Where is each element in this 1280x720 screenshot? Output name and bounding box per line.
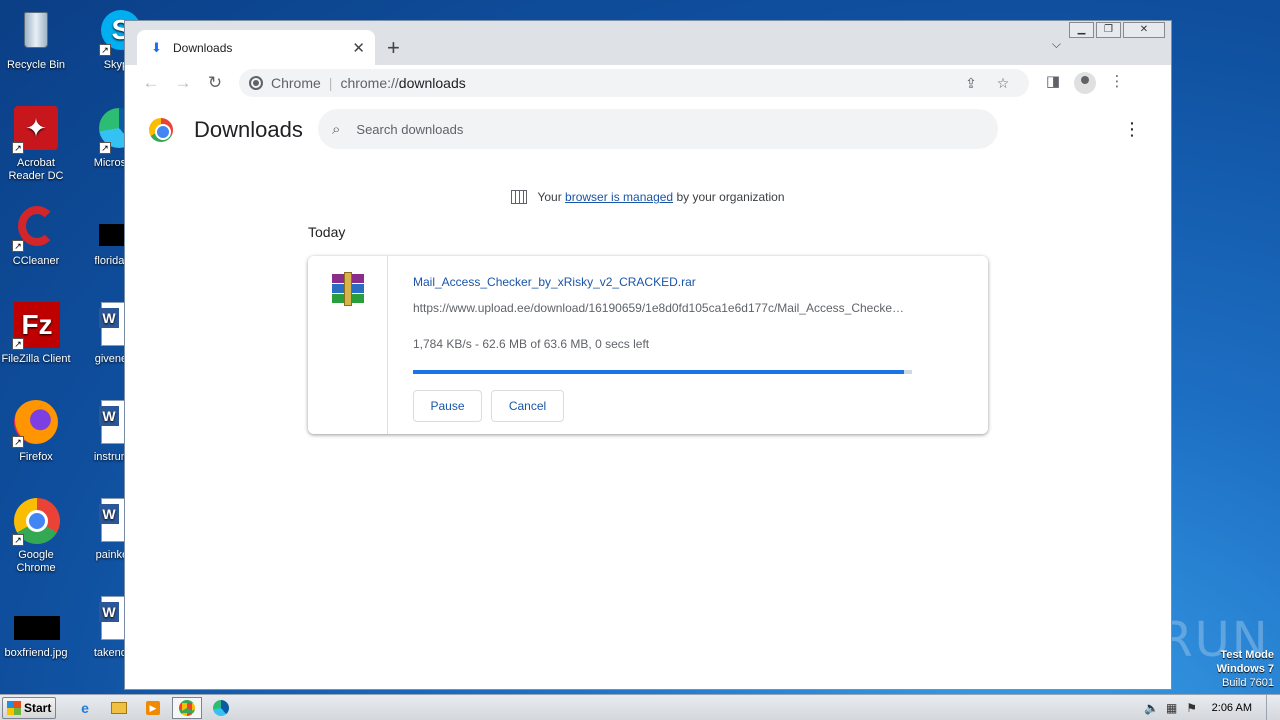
desktop-icon-chrome[interactable]: ↗ Google Chrome xyxy=(1,498,71,575)
image-file-icon xyxy=(12,596,60,644)
chrome-site-icon xyxy=(249,76,263,90)
winrar-archive-icon xyxy=(332,272,364,306)
tab-strip: ⬇ Downloads ✕ + ⌵ ▁ ❐ ✕ xyxy=(125,21,1171,65)
test-mode-notice: Test Mode Windows 7 Build 7601 xyxy=(1217,648,1274,690)
desktop-icon-label: FileZilla Client xyxy=(1,353,71,365)
share-icon[interactable]: ⇪ xyxy=(955,75,987,92)
managed-notice: Your browser is managed by your organiza… xyxy=(125,190,1171,204)
window-controls: ▁ ❐ ✕ xyxy=(1069,22,1165,38)
bookmark-star-icon[interactable]: ☆ xyxy=(987,75,1019,92)
url-path: downloads xyxy=(398,75,466,91)
desktop-icon-acrobat[interactable]: ✦ ↗ Acrobat Reader DC xyxy=(1,106,71,183)
downloads-header: Downloads ⌕ ⋮ xyxy=(125,101,1171,157)
managed-suffix: by your organization xyxy=(676,190,785,204)
url-scheme: chrome:// xyxy=(340,75,399,91)
file-icon-column xyxy=(308,256,388,434)
page-title: Downloads xyxy=(194,117,303,142)
network-icon[interactable]: ▦ xyxy=(1162,701,1182,715)
windows-flag-icon xyxy=(7,700,21,715)
tab-close-icon[interactable]: ✕ xyxy=(352,39,365,57)
download-item-card: Mail_Access_Checker_by_xRisky_v2_CRACKED… xyxy=(308,256,988,434)
download-source-url[interactable]: https://www.upload.ee/download/16190659/… xyxy=(413,301,908,315)
download-progress-fill xyxy=(413,370,905,374)
browser-managed-link[interactable]: browser is managed xyxy=(565,190,673,204)
recycle-bin-icon xyxy=(12,8,60,56)
volume-icon[interactable]: 🔈 xyxy=(1142,701,1162,715)
browser-toolbar: ← → ↻ Chrome | chrome:// downloads ⇪ ☆ ◨… xyxy=(125,65,1171,101)
taskbar-media-player-icon[interactable]: ▶ xyxy=(138,697,168,719)
desktop-icon-label: Recycle Bin xyxy=(6,59,66,71)
acrobat-icon: ✦ ↗ xyxy=(12,106,60,154)
system-tray: 🔈 ▦ ⚑ 2:06 AM xyxy=(1142,695,1280,720)
show-desktop-button[interactable] xyxy=(1266,695,1280,720)
desktop-icon-firefox[interactable]: ↗ Firefox xyxy=(1,400,71,464)
downloads-page: Downloads ⌕ ⋮ Your browser is managed by… xyxy=(125,101,1171,689)
windows-version-line: Windows 7 xyxy=(1216,663,1274,675)
omnibox-separator: | xyxy=(328,75,333,91)
download-file-name-link[interactable]: Mail_Access_Checker_by_xRisky_v2_CRACKED… xyxy=(413,275,696,289)
chrome-menu-icon[interactable]: ⋮ xyxy=(1101,72,1133,94)
desktop-icon-label: Firefox xyxy=(19,451,53,463)
desktop-icon-label: Acrobat Reader DC xyxy=(8,157,64,182)
tab-title: Downloads xyxy=(173,40,233,55)
back-button[interactable]: ← xyxy=(135,73,167,93)
desktop-icon-label: Google Chrome xyxy=(16,549,56,574)
search-downloads-box[interactable]: ⌕ xyxy=(318,109,998,149)
taskbar-ie-icon[interactable]: e xyxy=(70,697,100,719)
address-bar[interactable]: Chrome | chrome:// downloads ⇪ ☆ xyxy=(239,69,1029,97)
build-line: Build 7601 xyxy=(1222,677,1274,689)
building-icon xyxy=(511,190,528,204)
start-label: Start xyxy=(24,700,52,715)
taskbar: Start e ▶ 🔈 ▦ ⚑ 2:06 AM xyxy=(0,694,1280,720)
profile-avatar-icon[interactable] xyxy=(1074,72,1096,94)
forward-button[interactable]: → xyxy=(167,73,199,93)
download-icon: ⬇ xyxy=(151,39,162,55)
ccleaner-icon: ↗ xyxy=(12,204,60,252)
download-status: 1,784 KB/s - 62.6 MB of 63.6 MB, 0 secs … xyxy=(413,337,650,351)
date-group-label: Today xyxy=(308,224,346,240)
chrome-window: ⬇ Downloads ✕ + ⌵ ▁ ❐ ✕ ← → ↻ Chrome | c… xyxy=(124,20,1172,690)
desktop-icon-label: CCleaner xyxy=(12,255,60,267)
new-tab-button[interactable]: + xyxy=(387,35,400,61)
search-icon: ⌕ xyxy=(332,120,341,138)
test-mode-line: Test Mode xyxy=(1220,649,1274,661)
taskbar-chrome-icon[interactable] xyxy=(172,696,202,719)
taskbar-explorer-icon[interactable] xyxy=(104,697,134,719)
desktop-icon-ccleaner[interactable]: ↗ CCleaner xyxy=(1,204,71,268)
desktop-icon-recycle-bin[interactable]: Recycle Bin xyxy=(1,8,71,72)
cancel-button[interactable]: Cancel xyxy=(491,390,564,422)
action-center-flag-icon[interactable]: ⚑ xyxy=(1182,701,1202,715)
site-label: Chrome xyxy=(271,75,321,91)
desktop-icon-label: boxfriend.jpg xyxy=(4,647,68,659)
chrome-logo-icon xyxy=(149,118,173,142)
more-actions-icon[interactable]: ⋮ xyxy=(1123,119,1141,140)
clock[interactable]: 2:06 AM xyxy=(1212,702,1252,714)
download-progress-bar xyxy=(413,370,912,374)
search-input[interactable] xyxy=(356,121,957,137)
toolbar-actions: ◨ ⋮ xyxy=(1037,72,1133,94)
chrome-icon: ↗ xyxy=(12,498,60,546)
pause-button[interactable]: Pause xyxy=(413,390,482,422)
tab-downloads[interactable]: ⬇ Downloads ✕ xyxy=(137,30,375,65)
desktop-icon-boxfriend[interactable]: boxfriend.jpg xyxy=(1,596,71,660)
filezilla-icon: Fz ↗ xyxy=(12,302,60,350)
firefox-icon: ↗ xyxy=(12,400,60,448)
side-panel-icon[interactable]: ◨ xyxy=(1037,72,1069,94)
tab-search-icon[interactable]: ⌵ xyxy=(1052,37,1061,52)
start-button[interactable]: Start xyxy=(2,696,56,719)
desktop-icon-filezilla[interactable]: Fz ↗ FileZilla Client xyxy=(1,302,71,366)
reload-button[interactable]: ↻ xyxy=(199,73,231,93)
close-window-button[interactable]: ✕ xyxy=(1123,22,1165,38)
taskbar-edge-icon[interactable] xyxy=(206,697,236,719)
restore-button[interactable]: ❐ xyxy=(1096,22,1121,38)
minimize-button[interactable]: ▁ xyxy=(1069,22,1094,38)
managed-prefix: Your xyxy=(537,190,562,204)
